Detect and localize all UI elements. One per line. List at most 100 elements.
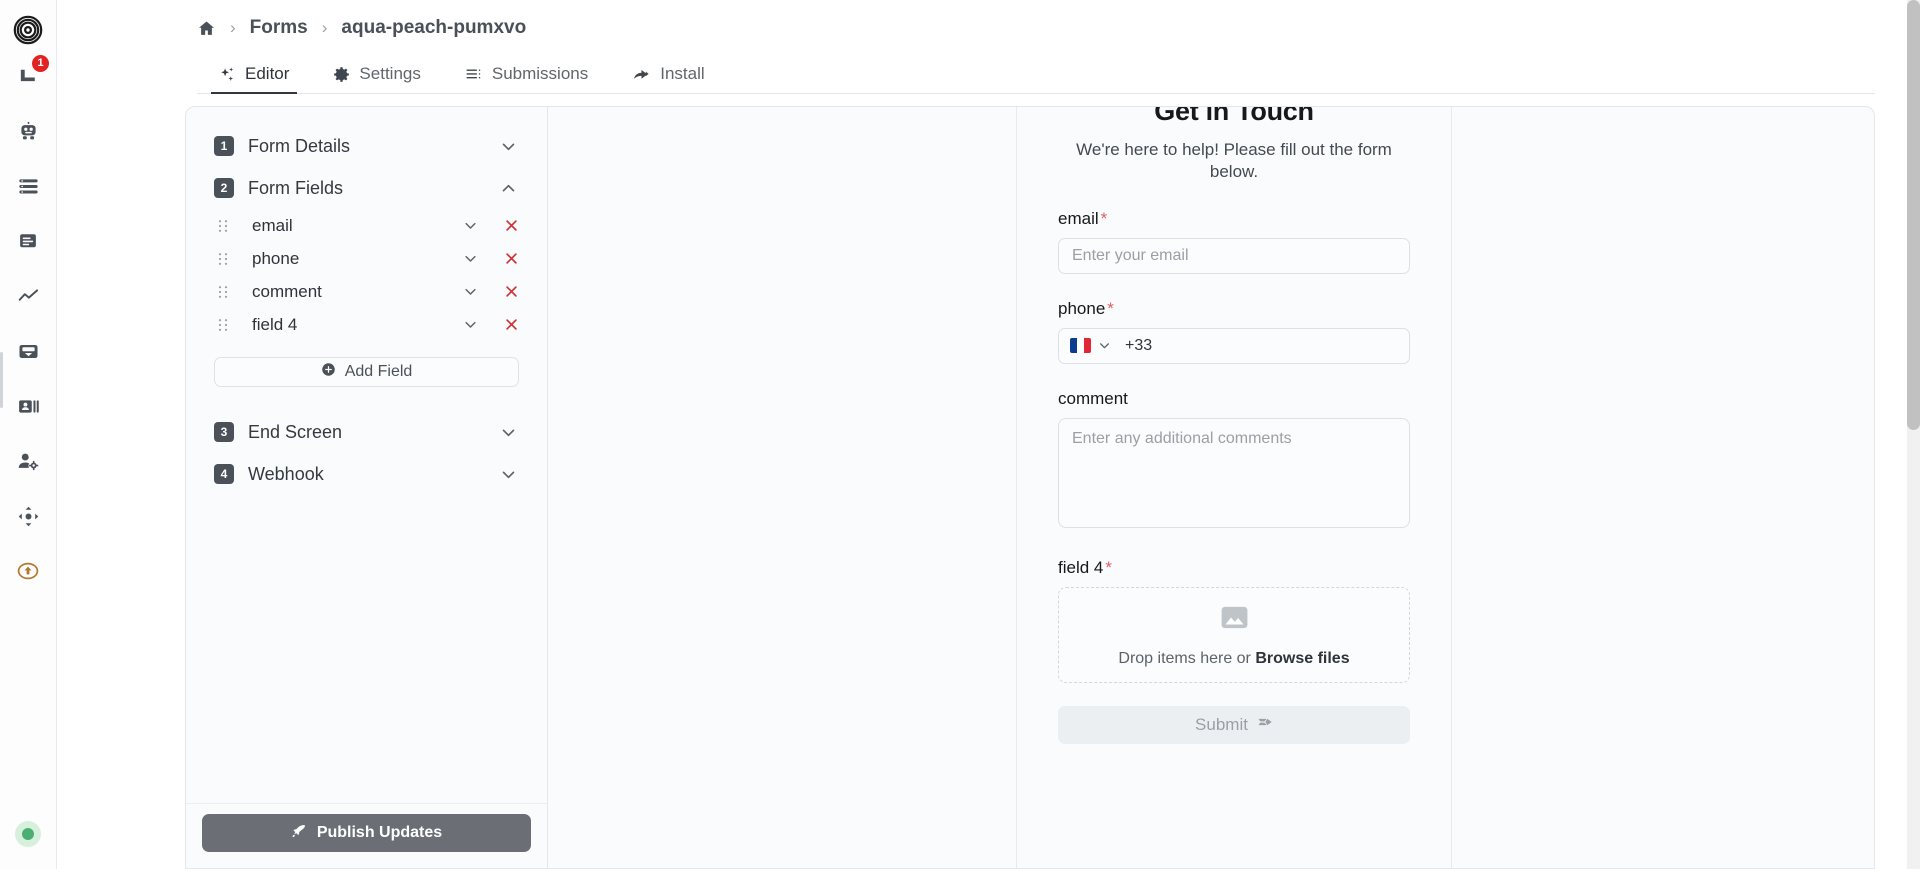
drag-handle-icon[interactable]: [216, 252, 230, 266]
drag-handle-icon[interactable]: [216, 219, 230, 233]
step-number: 1: [214, 136, 234, 156]
chevron-down-icon[interactable]: [459, 218, 482, 233]
editor-body: 1 Form Details 2 Form Fields email phone…: [57, 94, 1920, 869]
remove-field-icon[interactable]: [504, 284, 519, 299]
chevron-down-icon[interactable]: [500, 138, 517, 155]
sidebar-item-inbox[interactable]: 1: [6, 54, 50, 98]
app-logo[interactable]: [6, 8, 50, 52]
field-label: field 4: [252, 314, 298, 334]
sidebar-item-analytics[interactable]: [6, 274, 50, 318]
robot-icon: [20, 121, 36, 139]
tab-submissions[interactable]: Submissions: [443, 64, 610, 93]
phone-dial-code[interactable]: +33: [1125, 337, 1152, 355]
sidebar-item-user-settings[interactable]: [6, 439, 50, 483]
step-number: 3: [214, 422, 234, 442]
chevron-down-icon[interactable]: [459, 284, 482, 299]
list-icon: [18, 178, 38, 193]
tray-icon: [18, 344, 38, 358]
sidebar-item-inbox-tray[interactable]: [6, 329, 50, 373]
sidebar-item-contacts[interactable]: [6, 384, 50, 428]
form-preview-panel: Get in Touch We're here to help! Please …: [548, 106, 1875, 869]
breadcrumb-current-form[interactable]: aqua-peach-pumxvo: [341, 17, 526, 39]
sidebar-item-list[interactable]: [6, 164, 50, 208]
section-title: Webhook: [248, 463, 324, 484]
panel-spacer: [202, 387, 531, 411]
remove-field-icon[interactable]: [504, 218, 519, 233]
chevron-down-icon[interactable]: [1098, 339, 1111, 352]
tab-install[interactable]: Install: [610, 64, 726, 93]
image-placeholder-icon: [1219, 602, 1250, 638]
chevron-down-icon[interactable]: [459, 317, 482, 332]
section-form-details[interactable]: 1 Form Details: [202, 125, 531, 167]
field-label: field 4 *: [1058, 558, 1410, 578]
chevron-down-icon[interactable]: [500, 424, 517, 441]
tab-install-label: Install: [660, 64, 705, 83]
home-icon[interactable]: [197, 19, 216, 38]
field-label-text: field 4: [1058, 557, 1104, 577]
email-input[interactable]: [1058, 237, 1410, 274]
section-webhook[interactable]: 4 Webhook: [202, 453, 531, 495]
plus-circle-icon: [321, 362, 336, 382]
field-row-field-4[interactable]: field 4: [202, 308, 531, 341]
chevron-down-icon[interactable]: [500, 466, 517, 483]
field-row-comment[interactable]: comment: [202, 275, 531, 308]
main-area: › Forms › aqua-peach-pumxvo Editor Setti…: [57, 0, 1920, 869]
section-end-screen[interactable]: 3 End Screen: [202, 411, 531, 453]
list-lines-icon: [465, 65, 483, 83]
file-dropzone[interactable]: Drop items here or Browse files: [1058, 586, 1410, 683]
comment-textarea[interactable]: [1058, 417, 1410, 528]
form-config-panel: 1 Form Details 2 Form Fields email phone…: [185, 106, 548, 869]
remove-field-icon[interactable]: [504, 251, 519, 266]
submit-button[interactable]: Submit: [1058, 705, 1410, 744]
dropzone-prefix: Drop items here or: [1118, 649, 1256, 667]
field-label: phone *: [1058, 299, 1410, 319]
inbox-badge: 1: [32, 55, 49, 72]
rail-active-indicator: [0, 352, 3, 408]
field-label: comment: [252, 281, 322, 301]
sidebar-item-document[interactable]: [6, 219, 50, 263]
page-scrollbar[interactable]: [1907, 0, 1920, 869]
remove-field-icon[interactable]: [504, 317, 519, 332]
field-label-text: email: [1058, 208, 1099, 228]
sidebar-item-upload[interactable]: [6, 549, 50, 593]
chevron-down-icon[interactable]: [459, 251, 482, 266]
topbar: › Forms › aqua-peach-pumxvo Editor Setti…: [57, 0, 1920, 94]
add-field-label: Add Field: [344, 363, 413, 380]
field-row-phone[interactable]: phone: [202, 242, 531, 275]
field-label: email: [252, 215, 293, 235]
required-asterisk: *: [1107, 298, 1114, 318]
sidebar-item-integrations[interactable]: [6, 494, 50, 538]
field-label-text: phone: [1058, 298, 1106, 318]
form-preview-card: Get in Touch We're here to help! Please …: [1016, 107, 1452, 868]
tab-editor-label: Editor: [245, 64, 290, 83]
france-flag-icon: [1070, 338, 1091, 354]
page-scrollbar-thumb[interactable]: [1907, 0, 1920, 430]
drag-handle-icon[interactable]: [216, 318, 230, 332]
section-title: Form Fields: [248, 177, 344, 198]
sidebar-item-bot[interactable]: [6, 109, 50, 153]
tab-bar: Editor Settings Submissions Install: [197, 56, 1875, 94]
tab-editor[interactable]: Editor: [197, 64, 311, 94]
tab-settings[interactable]: Settings: [311, 64, 442, 93]
publish-updates-button[interactable]: Publish Updates: [202, 814, 531, 852]
browse-files-link[interactable]: Browse files: [1255, 650, 1349, 667]
drag-handle-icon[interactable]: [216, 285, 230, 299]
form-config-scroll: 1 Form Details 2 Form Fields email phone…: [186, 107, 547, 803]
field-row-email[interactable]: email: [202, 209, 531, 242]
send-icon: [1257, 714, 1273, 735]
section-form-fields[interactable]: 2 Form Fields: [202, 167, 531, 209]
add-field-button[interactable]: Add Field: [214, 357, 519, 387]
panel-footer: Publish Updates: [186, 803, 547, 868]
user-gear-icon: [18, 453, 38, 470]
submit-label: Submit: [1195, 714, 1248, 734]
document-icon: [20, 234, 36, 248]
breadcrumb-forms[interactable]: Forms: [250, 17, 308, 39]
form-subtitle: We're here to help! Please fill out the …: [1076, 140, 1392, 182]
preview-field-comment: comment: [1058, 389, 1410, 533]
upload-circle-icon: [17, 562, 39, 580]
spiral-logo-icon: [13, 15, 43, 45]
chevron-up-icon[interactable]: [500, 180, 517, 197]
field-label: email *: [1058, 209, 1410, 229]
phone-input-row[interactable]: +33: [1058, 327, 1410, 364]
step-number: 2: [214, 178, 234, 198]
